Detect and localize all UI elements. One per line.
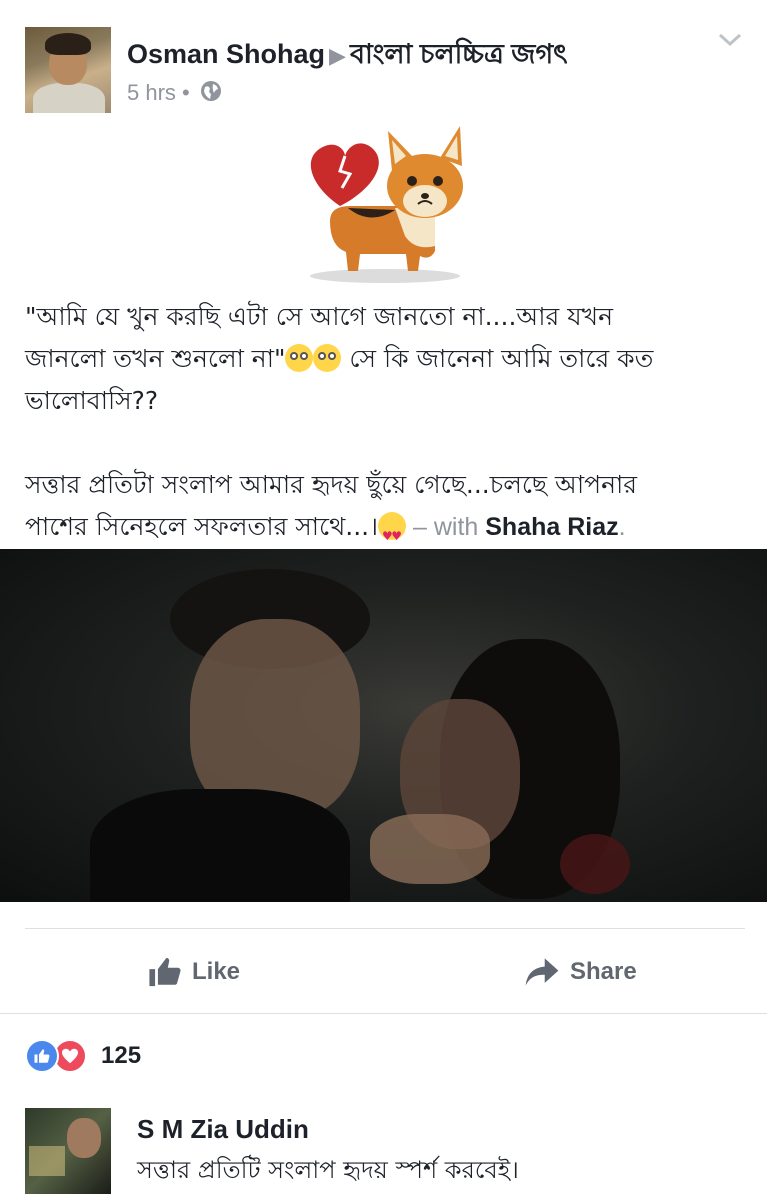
flushed-face-icon (313, 344, 342, 372)
post-photo[interactable] (0, 549, 767, 902)
share-button[interactable]: Share (524, 950, 637, 994)
photo-man-body (90, 789, 350, 902)
meta-dot: • (182, 80, 190, 105)
commenter-avatar-text (29, 1146, 65, 1176)
broken-heart-dog-sticker (300, 126, 470, 286)
flushed-face-icon (285, 344, 314, 372)
photo-rose (560, 834, 630, 894)
post-line-5-text: পাশের সিনেহলে সফলতার সাথে...। (25, 512, 379, 541)
globe-icon (200, 80, 222, 108)
author-name[interactable]: Osman Shohag (127, 39, 325, 69)
author-avatar[interactable] (25, 27, 111, 113)
post-body: "আমি যে খুন করছি এটা সে আগে জানতো না....… (25, 296, 750, 557)
post-line-1: "আমি যে খুন করছি এটা সে আগে জানতো না....… (25, 302, 613, 331)
post-header: Osman Shohag ▶ বাংলা চলচ্চিত্র জগৎ 5 hrs • (0, 0, 767, 130)
group-name[interactable]: বাংলা চলচ্চিত্র জগৎ (350, 39, 568, 69)
reactions-summary[interactable]: 125 (25, 1038, 141, 1074)
commenter-name[interactable]: S M Zia Uddin (137, 1114, 309, 1145)
period: . (618, 513, 626, 541)
with-text: – with (406, 513, 486, 541)
share-arrow-icon (525, 958, 559, 986)
post-line-4: সত্তার প্রতিটা সংলাপ আমার হৃদয় ছুঁয়ে গ… (25, 470, 638, 499)
chevron-down-icon[interactable] (718, 32, 742, 52)
share-label: Share (570, 958, 637, 985)
post-line-3: ভালোবাসি?? (25, 386, 159, 415)
thumbs-up-icon (149, 957, 181, 987)
author-line: Osman Shohag ▶ বাংলা চলচ্চিত্র জগৎ (127, 34, 568, 79)
post-line-2b: সে কি জানেনা আমি তারে কত (341, 344, 654, 373)
commenter-avatar[interactable] (25, 1108, 111, 1194)
post-line-5: পাশের সিনেহলে সফলতার সাথে...। – with Sha… (25, 506, 750, 557)
heart-eyes-icon (378, 512, 407, 557)
post-meta: 5 hrs • (127, 80, 222, 108)
avatar-shirt (33, 83, 105, 113)
avatar-hair (45, 33, 91, 55)
section-divider (0, 1013, 767, 1014)
like-reaction-icon (25, 1039, 59, 1073)
post-time[interactable]: 5 hrs (127, 80, 176, 105)
tagged-user[interactable]: Shaha Riaz (485, 513, 618, 541)
comment-text: সত্তার প্রতিটি সংলাপ হৃদয় স্পর্শ করবেই। (137, 1156, 519, 1184)
arrow-icon: ▶ (329, 43, 346, 68)
commenter-avatar-face (67, 1118, 101, 1158)
post-line-2a: জানলো তখন শুনলো না" (25, 344, 286, 373)
photo-hand (370, 814, 490, 884)
post-line-2: জানলো তখন শুনলো না" সে কি জানেনা আমি তার… (25, 338, 750, 380)
actions-divider (25, 928, 745, 929)
like-label: Like (192, 958, 241, 985)
like-button[interactable]: Like (148, 950, 240, 994)
reaction-count: 125 (101, 1042, 142, 1069)
